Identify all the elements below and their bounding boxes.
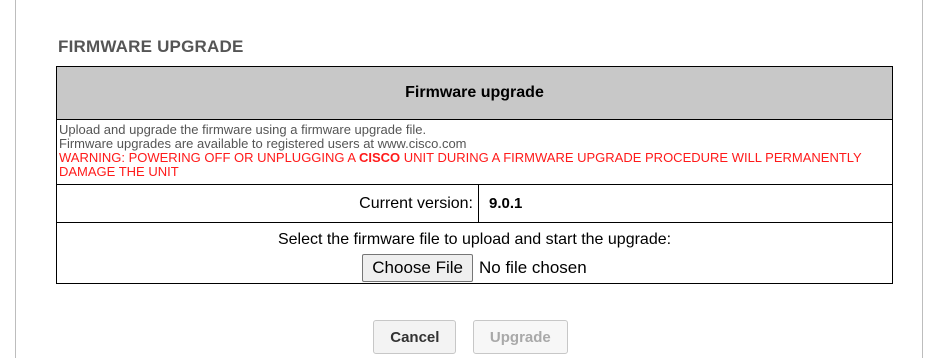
firmware-upgrade-table: Firmware upgrade Upload and upgrade the …: [56, 66, 893, 284]
upgrade-button[interactable]: Upgrade: [472, 320, 568, 354]
select-instruction: Select the firmware file to upload and s…: [277, 230, 672, 248]
cancel-button[interactable]: Cancel: [373, 320, 457, 354]
warning-text: WARNING: POWERING OFF OR UNPLUGGING A CI…: [59, 150, 862, 179]
page-title: FIRMWARE UPGRADE: [58, 37, 244, 56]
info-line-upload: Upload and upgrade the firmware using a …: [59, 122, 427, 137]
action-bar: Cancel Upgrade: [0, 320, 941, 354]
file-input[interactable]: Choose File No file chosen: [362, 253, 587, 282]
file-status: No file chosen: [478, 257, 587, 277]
info-line-availability: Firmware upgrades are available to regis…: [59, 136, 467, 151]
current-version-value: 9.0.1: [478, 184, 893, 223]
section-header: Firmware upgrade: [56, 66, 893, 120]
info-text: Upload and upgrade the firmware using a …: [56, 119, 893, 185]
choose-file-button[interactable]: Choose File: [362, 253, 473, 282]
current-version-label: Current version:: [56, 184, 479, 223]
file-select-cell: Select the firmware file to upload and s…: [56, 222, 893, 284]
